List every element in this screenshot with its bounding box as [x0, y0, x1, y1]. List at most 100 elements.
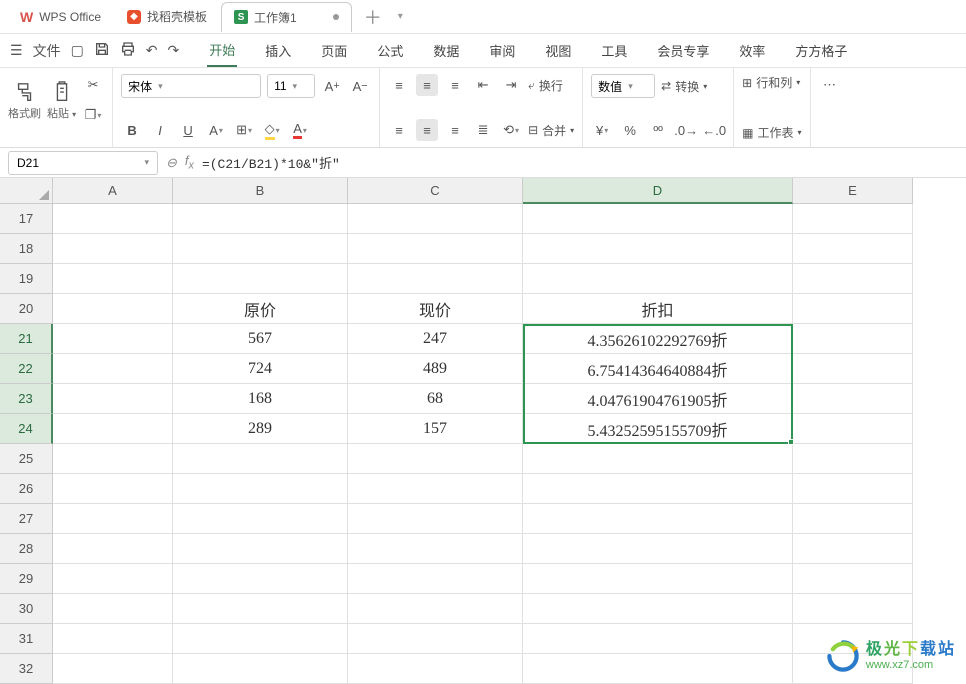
indent-dec-icon[interactable]: ⇤	[472, 74, 494, 96]
merge-button[interactable]: ⊟ 合并 ▾	[528, 122, 574, 139]
row-header[interactable]: 20	[0, 294, 53, 324]
cell[interactable]	[348, 234, 523, 264]
cell[interactable]	[523, 624, 793, 654]
cell[interactable]	[53, 384, 173, 414]
rowcol-button[interactable]: ⊞ 行和列 ▾	[742, 74, 800, 91]
cell[interactable]	[348, 654, 523, 684]
justify-icon[interactable]: ≣	[472, 119, 494, 141]
align-left-icon[interactable]: ≡	[388, 119, 410, 141]
cell[interactable]	[173, 264, 348, 294]
cancel-formula-icon[interactable]: ⊖	[166, 155, 177, 171]
align-middle-icon[interactable]: ≡	[416, 74, 438, 96]
formula-input[interactable]: =(C21/B21)*10&"折"	[202, 153, 958, 172]
cell[interactable]	[53, 444, 173, 474]
cell[interactable]	[793, 444, 913, 474]
row-header[interactable]: 21	[0, 324, 53, 354]
underline-button[interactable]: U	[177, 119, 199, 141]
cell[interactable]: 4.35626102292769折	[523, 324, 793, 354]
font-name-select[interactable]: 宋体▾	[121, 74, 261, 98]
row-header[interactable]: 26	[0, 474, 53, 504]
cell[interactable]: 247	[348, 324, 523, 354]
row-header[interactable]: 31	[0, 624, 53, 654]
cell[interactable]	[53, 354, 173, 384]
menu-tab[interactable]: 效率	[737, 35, 767, 66]
orientation-icon[interactable]: ⟲	[500, 119, 522, 141]
font-color-button[interactable]: A	[289, 119, 311, 141]
cell[interactable]: 4.04761904761905折	[523, 384, 793, 414]
row-header[interactable]: 30	[0, 594, 53, 624]
currency-icon[interactable]: ¥	[591, 119, 613, 141]
font-size-select[interactable]: 11▾	[267, 74, 315, 98]
cell[interactable]	[793, 204, 913, 234]
cell[interactable]	[523, 504, 793, 534]
menu-tab[interactable]: 页面	[319, 35, 349, 66]
cell[interactable]	[173, 534, 348, 564]
cell[interactable]	[523, 654, 793, 684]
align-center-icon[interactable]: ≡	[416, 119, 438, 141]
cell[interactable]	[53, 594, 173, 624]
cell[interactable]: 5.43252595155709折	[523, 414, 793, 444]
cell[interactable]	[793, 474, 913, 504]
menu-tab[interactable]: 开始	[207, 34, 237, 67]
cell[interactable]: 724	[173, 354, 348, 384]
menu-tab[interactable]: 数据	[431, 35, 461, 66]
fx-icon[interactable]: fx	[185, 153, 194, 172]
decrease-decimal-icon[interactable]: ←.0	[703, 119, 725, 141]
cell[interactable]	[53, 474, 173, 504]
undo-icon[interactable]: ↶	[146, 42, 158, 59]
column-header[interactable]: E	[793, 178, 913, 204]
paste-icon[interactable]	[49, 79, 75, 105]
cell[interactable]	[53, 204, 173, 234]
cell[interactable]: 68	[348, 384, 523, 414]
wrap-text-button[interactable]: ⤶ 换行	[528, 77, 563, 94]
cell[interactable]	[173, 204, 348, 234]
print-icon[interactable]	[120, 41, 136, 60]
row-header[interactable]: 22	[0, 354, 53, 384]
cells-area[interactable]: 原价现价折扣5672474.35626102292769折7244896.754…	[53, 204, 913, 684]
cell[interactable]: 168	[173, 384, 348, 414]
cell[interactable]	[523, 444, 793, 474]
increase-font-icon[interactable]: A+	[321, 75, 343, 97]
column-header[interactable]: B	[173, 178, 348, 204]
cell[interactable]	[523, 264, 793, 294]
cell[interactable]	[173, 564, 348, 594]
name-box[interactable]: D21 ▾	[8, 151, 158, 175]
row-header[interactable]: 32	[0, 654, 53, 684]
cell[interactable]: 6.75414364640884折	[523, 354, 793, 384]
cell[interactable]	[793, 294, 913, 324]
cell[interactable]	[53, 504, 173, 534]
menu-tab[interactable]: 视图	[543, 35, 573, 66]
cell[interactable]	[793, 354, 913, 384]
cell[interactable]	[173, 624, 348, 654]
cell[interactable]	[53, 324, 173, 354]
border-button[interactable]: ⊞	[233, 119, 255, 141]
cell[interactable]: 289	[173, 414, 348, 444]
align-bottom-icon[interactable]: ≡	[444, 74, 466, 96]
docer-tab[interactable]: ◆ 找稻壳模板	[115, 2, 219, 32]
cell[interactable]	[793, 414, 913, 444]
cell[interactable]	[348, 204, 523, 234]
cell[interactable]	[53, 414, 173, 444]
cell[interactable]	[523, 204, 793, 234]
row-header[interactable]: 24	[0, 414, 53, 444]
cell[interactable]	[523, 594, 793, 624]
cell[interactable]	[173, 474, 348, 504]
bold-button[interactable]: B	[121, 119, 143, 141]
cell[interactable]	[348, 444, 523, 474]
row-header[interactable]: 25	[0, 444, 53, 474]
cell[interactable]	[348, 564, 523, 594]
cell[interactable]: 折扣	[523, 294, 793, 324]
row-header[interactable]: 23	[0, 384, 53, 414]
cell[interactable]	[53, 264, 173, 294]
cell[interactable]	[793, 384, 913, 414]
app-tab[interactable]: W WPS Office	[8, 2, 113, 32]
redo-icon[interactable]: ↷	[168, 42, 180, 59]
new-icon[interactable]: ▢	[71, 42, 84, 59]
cell[interactable]	[793, 534, 913, 564]
cell[interactable]	[53, 294, 173, 324]
cell[interactable]	[348, 264, 523, 294]
format-painter-icon[interactable]	[12, 79, 38, 105]
cell[interactable]	[173, 654, 348, 684]
cell[interactable]: 489	[348, 354, 523, 384]
select-all-corner[interactable]	[0, 178, 53, 204]
